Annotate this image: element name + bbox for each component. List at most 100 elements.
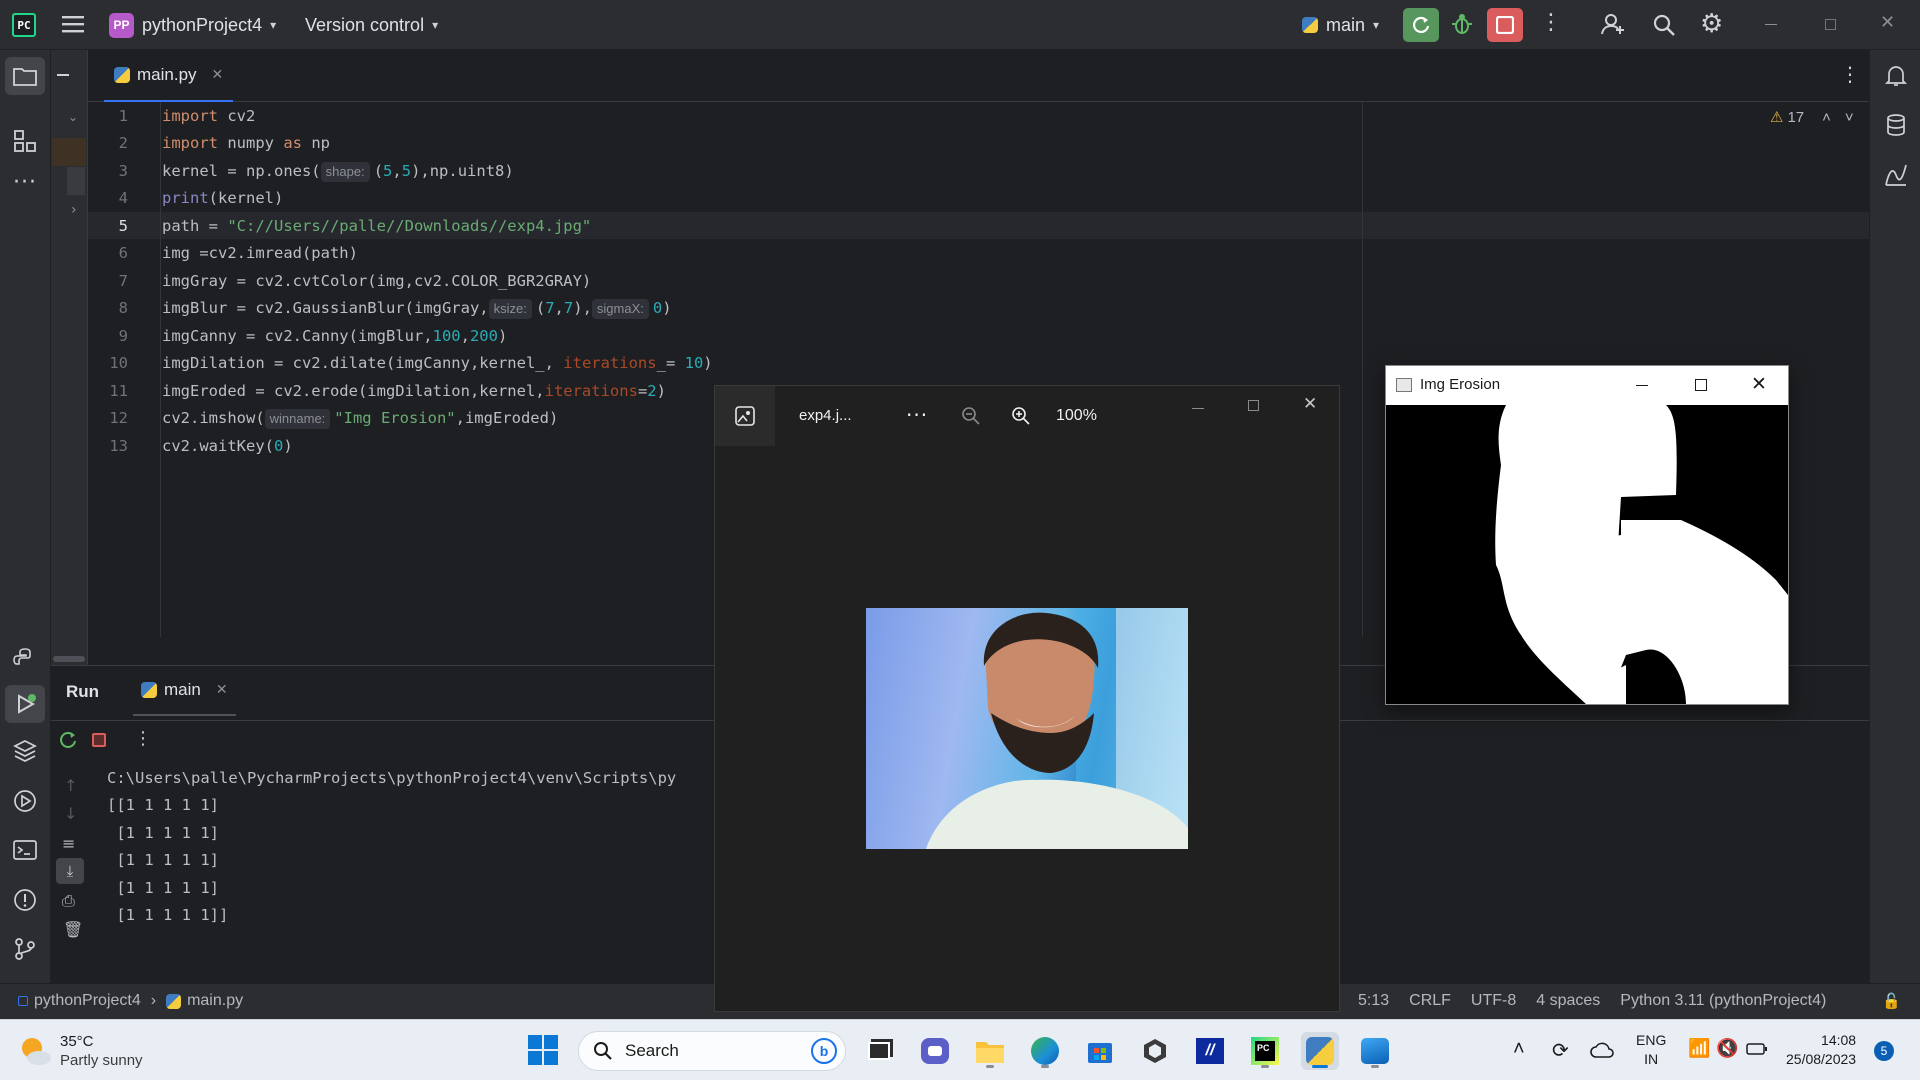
close-tab-icon[interactable]: ✕	[212, 67, 224, 83]
minimize-button[interactable]	[1192, 408, 1204, 409]
notification-badge[interactable]: 5	[1874, 1041, 1894, 1061]
viewer-file-name: exp4.j...	[799, 407, 852, 424]
code-line-12: cv2.imshow(winname: "Img Erosion",imgErod…	[162, 409, 558, 429]
chevron-down-icon[interactable]: ⌄	[68, 110, 78, 124]
gallery-button[interactable]	[715, 386, 775, 446]
bug-icon	[1452, 14, 1472, 34]
git-icon[interactable]	[13, 937, 37, 961]
task-view-icon[interactable]	[860, 1032, 898, 1070]
rerun-button[interactable]	[1403, 8, 1439, 42]
wifi-icon[interactable]: 📶	[1688, 1038, 1710, 1059]
edge-browser-icon[interactable]	[1026, 1032, 1064, 1070]
maximize-button[interactable]	[1248, 400, 1259, 411]
debug-button[interactable]	[1450, 12, 1474, 36]
gear-icon[interactable]: ⚙	[1700, 9, 1723, 39]
start-button[interactable]	[528, 1035, 558, 1070]
chevron-right-icon[interactable]: ›	[71, 202, 77, 218]
pycharm-taskbar-icon[interactable]: PC	[1246, 1032, 1284, 1070]
file-explorer-icon[interactable]	[971, 1032, 1009, 1070]
keyword: import	[162, 107, 218, 125]
code-text: ,	[392, 162, 402, 180]
project-tool-button[interactable]	[5, 57, 45, 95]
python-interpreter[interactable]: Python 3.11 (pythonProject4)	[1620, 992, 1826, 1010]
chevron-up-icon[interactable]: ˄	[1513, 1038, 1525, 1061]
code-text: )	[662, 299, 672, 317]
close-button[interactable]: ✕	[1751, 373, 1767, 395]
pycharm-logo-icon[interactable]: PC	[12, 13, 36, 37]
lock-icon[interactable]: 🔓	[1882, 992, 1901, 1010]
store-icon[interactable]	[1081, 1032, 1119, 1070]
string: "Img Erosion"	[334, 409, 456, 427]
terminal-icon[interactable]	[13, 838, 37, 862]
builtin: print	[162, 189, 209, 207]
zoom-level[interactable]: 100%	[1056, 407, 1097, 425]
chat-app-icon[interactable]	[916, 1032, 954, 1070]
project-name: pythonProject4	[142, 14, 263, 35]
search-box[interactable]: Search b	[578, 1031, 846, 1071]
visual-studio-code-icon[interactable]: //	[1191, 1032, 1229, 1070]
project-widget[interactable]: PP pythonProject4 ▾	[109, 11, 276, 39]
services-icon[interactable]	[13, 789, 37, 813]
breadcrumb-file[interactable]: main.py	[187, 992, 243, 1010]
problems-icon[interactable]	[13, 888, 37, 912]
cloud-icon[interactable]	[1590, 1042, 1614, 1058]
close-button[interactable]: ✕	[1303, 394, 1317, 414]
run-config-selector[interactable]: main ▾	[1302, 11, 1379, 39]
zoom-out-icon[interactable]	[961, 406, 981, 426]
weather-widget[interactable]: 35°C Partly sunny	[18, 1030, 143, 1072]
minimize-button[interactable]	[1636, 385, 1648, 386]
database-icon[interactable]	[1884, 113, 1908, 137]
minimize-button[interactable]	[1765, 24, 1777, 25]
code-line-8: imgBlur = cv2.GaussianBlur(imgGray, ksize…	[162, 299, 672, 319]
sync-icon[interactable]: ⟳	[1552, 1038, 1569, 1063]
tab-main-py[interactable]: main.py ✕	[104, 50, 234, 102]
line-separator[interactable]: CRLF	[1409, 992, 1451, 1010]
caret-position[interactable]: 5:13	[1358, 992, 1389, 1010]
output-line: [1 1 1 1 1]	[107, 851, 219, 869]
stop-icon	[1496, 16, 1514, 34]
more-actions-icon[interactable]: ⋮	[1540, 10, 1562, 36]
python-console-icon[interactable]	[13, 647, 37, 671]
clock[interactable]: 14:08 25/08/2023	[1786, 1031, 1856, 1069]
code-text: ,imgEroded)	[455, 409, 559, 427]
code-text: ),np.uint8)	[411, 162, 514, 180]
photo-viewer-window: exp4.j... ··· 100% ✕	[714, 385, 1340, 1012]
code-line-11: imgEroded = cv2.erode(imgDilation,kernel…	[162, 382, 666, 400]
language-indicator[interactable]: ENG IN	[1636, 1031, 1666, 1069]
code-line-10: imgDilation = cv2.dilate(imgCanny,kernel…	[162, 354, 713, 372]
more-tools-icon[interactable]: ···	[13, 170, 37, 195]
sciview-icon[interactable]	[1884, 163, 1908, 187]
tab-options-icon[interactable]: ⋮	[1840, 62, 1860, 86]
photos-app-icon[interactable]	[1356, 1032, 1394, 1070]
hide-panel-icon[interactable]	[57, 74, 69, 76]
unity-icon[interactable]	[1136, 1032, 1174, 1070]
main-menu-icon[interactable]	[62, 14, 84, 34]
code-text: ,	[554, 299, 564, 317]
indent-setting[interactable]: 4 spaces	[1536, 992, 1600, 1010]
vcs-widget[interactable]: Version control ▾	[305, 11, 438, 39]
python-packages-icon[interactable]	[13, 739, 37, 763]
zoom-in-icon[interactable]	[1011, 406, 1031, 426]
partly-sunny-icon	[22, 1038, 51, 1065]
notifications-icon[interactable]	[1884, 64, 1908, 88]
breadcrumb-project[interactable]: pythonProject4	[34, 992, 141, 1010]
region-code: IN	[1644, 1051, 1659, 1067]
output-line: [1 1 1 1 1]	[107, 879, 219, 897]
close-button[interactable]: ✕	[1880, 12, 1895, 33]
code-text: cv2.imshow(	[162, 409, 265, 427]
run-tool-button[interactable]	[5, 685, 45, 723]
search-icon[interactable]	[1652, 13, 1676, 37]
maximize-button[interactable]	[1695, 379, 1707, 391]
file-encoding[interactable]: UTF-8	[1471, 992, 1516, 1010]
volume-muted-icon[interactable]: 🔇	[1716, 1038, 1738, 1059]
structure-icon[interactable]	[13, 129, 37, 153]
add-user-icon[interactable]	[1601, 12, 1625, 36]
battery-icon[interactable]	[1746, 1042, 1768, 1056]
bing-icon: b	[811, 1038, 837, 1064]
more-options-icon[interactable]: ···	[906, 403, 928, 427]
scroll-thumb[interactable]	[53, 656, 85, 662]
stop-button[interactable]	[1487, 8, 1523, 42]
restore-button[interactable]	[1825, 19, 1836, 30]
code-line-3: kernel = np.ones(shape: (5,5),np.uint8)	[162, 162, 514, 182]
python-taskbar-icon[interactable]	[1301, 1032, 1339, 1070]
